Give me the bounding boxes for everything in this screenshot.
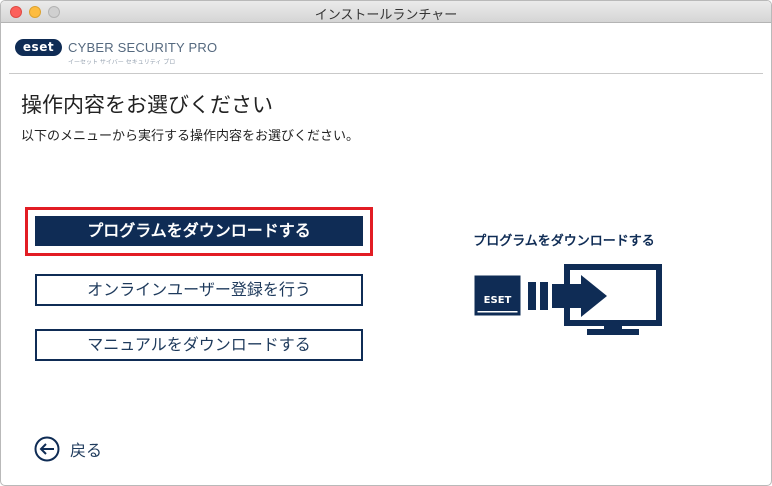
product-name: CYBER SECURITY PRO (68, 40, 218, 55)
download-manual-button[interactable]: マニュアルをダウンロードする (35, 329, 363, 361)
page-description: 以下のメニューから実行する操作内容をお選びください。 (21, 129, 360, 144)
online-registration-button[interactable]: オンラインユーザー登録を行う (35, 274, 363, 306)
title-bar: インストールランチャー (1, 1, 771, 23)
installer-window: インストールランチャー eset CYBER SECURITY PRO イーセッ… (0, 0, 772, 486)
download-illustration: ESET (474, 264, 662, 335)
page-title: 操作内容をお選びください (21, 93, 273, 117)
download-program-button[interactable]: プログラムをダウンロードする (35, 216, 363, 246)
window-title: インストールランチャー (314, 8, 458, 23)
preview-caption: プログラムをダウンロードする (473, 234, 655, 249)
header-divider (9, 73, 763, 74)
back-button[interactable]: 戻る (34, 436, 102, 462)
product-subtitle: イーセット サイバー セキュリティ プロ (68, 59, 176, 66)
eset-logo: eset (15, 39, 62, 56)
eset-box-icon: ESET (474, 275, 521, 316)
back-arrow-icon (34, 436, 60, 462)
back-label: 戻る (70, 441, 103, 460)
box-label: ESET (484, 295, 512, 306)
